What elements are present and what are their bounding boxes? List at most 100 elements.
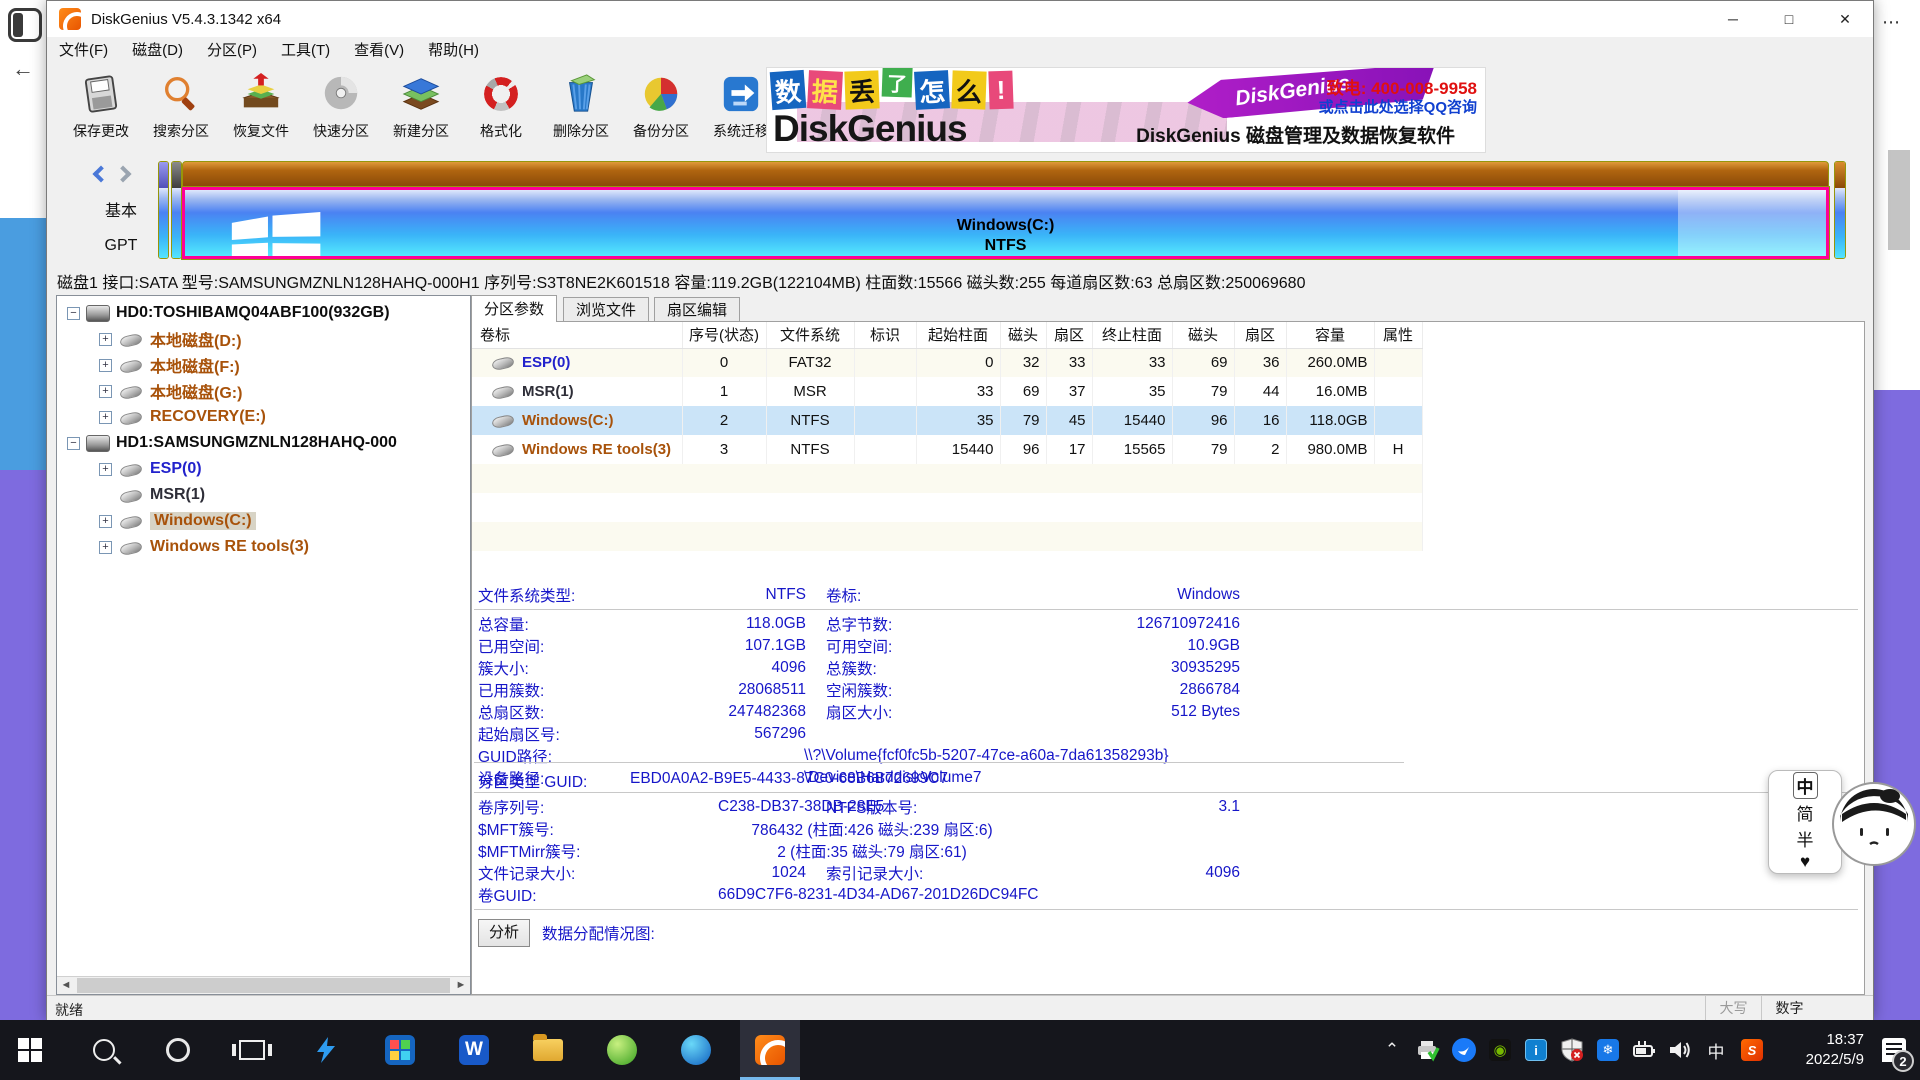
ime-halfwidth[interactable]: 半 [1797, 826, 1814, 851]
ime-mascot-avatar[interactable] [1832, 782, 1916, 866]
tab-sector-edit[interactable]: 扇区编辑 [654, 297, 740, 322]
tray-nvidia-icon[interactable]: ◉ [1482, 1020, 1518, 1080]
tray-snowflake-icon[interactable]: ❄ [1590, 1020, 1626, 1080]
back-arrow-icon: ← [12, 56, 34, 82]
taskbar-app-browser-green[interactable] [592, 1020, 652, 1080]
tray-volume-icon[interactable] [1662, 1020, 1698, 1080]
taskbar-file-explorer[interactable] [518, 1020, 578, 1080]
tree-item-hd1[interactable]: − HD1:SAMSUNGMZNLN128HAHQ-000 [57, 430, 470, 456]
task-view-button[interactable] [222, 1020, 282, 1080]
tray-ime-indicator[interactable]: 中 [1698, 1020, 1734, 1080]
delete-partition-button[interactable]: 删除分区 [541, 67, 621, 151]
partition-icon [119, 333, 143, 348]
partition-bar-esp[interactable] [158, 161, 169, 259]
status-caps: 大写 [1705, 996, 1761, 1021]
menu-tools[interactable]: 工具(T) [269, 39, 342, 63]
scroll-left-arrow-icon[interactable]: ◄ [57, 977, 75, 994]
expand-box-icon[interactable]: + [99, 541, 112, 554]
menu-partition[interactable]: 分区(P) [195, 39, 269, 63]
ime-mode-chinese[interactable]: 中 [1793, 772, 1818, 799]
partition-bar-windows-re[interactable] [1834, 161, 1846, 259]
expand-box-icon[interactable]: + [99, 463, 112, 476]
ime-toolbar[interactable]: 中 简 半 ♥ [1768, 770, 1842, 874]
analyze-button[interactable]: 分析 [478, 919, 530, 947]
taskbar-app-diskgenius-active[interactable] [740, 1020, 800, 1080]
scroll-right-arrow-icon[interactable]: ► [452, 977, 470, 994]
scrollbar-thumb[interactable] [77, 978, 450, 993]
tree-item-msr[interactable]: + MSR(1) [57, 482, 470, 508]
tree-horizontal-scrollbar[interactable]: ◄ ► [57, 976, 470, 994]
next-disk-arrow-icon[interactable] [115, 166, 132, 183]
detail-row: 文件记录大小:1024 索引记录大小:4096 [472, 862, 1864, 884]
table-row-windows-c-selected[interactable]: Windows(C:) 2NTFS 35 7945 1544096 16118.… [472, 406, 1422, 435]
partition-bar-msr[interactable] [171, 161, 182, 259]
ime-simplified[interactable]: 简 [1797, 800, 1814, 825]
taskbar-app-word[interactable]: W [444, 1020, 504, 1080]
spark-icon [312, 1036, 340, 1064]
expand-box-icon[interactable]: + [99, 411, 112, 424]
close-button[interactable]: ✕ [1817, 1, 1873, 37]
menu-help[interactable]: 帮助(H) [416, 39, 491, 63]
detail-row: 已用空间:107.1GB 可用空间:10.9GB [472, 635, 1864, 657]
task-view-icon [239, 1040, 265, 1060]
banner-logo-text: DiskGenius [773, 108, 967, 150]
menu-disk[interactable]: 磁盘(D) [120, 39, 195, 63]
minimize-button[interactable]: ─ [1705, 1, 1761, 37]
taskbar-clock[interactable]: 18:37 2022/5/9 [1776, 1030, 1864, 1070]
table-row-esp[interactable]: ESP(0) 0FAT32 0 3233 3369 36260.0MB [472, 348, 1422, 377]
new-partition-button[interactable]: 新建分区 [381, 67, 461, 151]
tab-partition-params[interactable]: 分区参数 [471, 295, 557, 322]
taskbar-app-store[interactable] [370, 1020, 430, 1080]
tree-item-hd0[interactable]: − HD0:TOSHIBAMQ04ABF100(932GB) [57, 300, 470, 326]
taskbar-search-button[interactable] [74, 1020, 134, 1080]
collapse-box-icon[interactable]: − [67, 437, 80, 450]
menu-file[interactable]: 文件(F) [47, 39, 120, 63]
heart-icon[interactable]: ♥ [1800, 852, 1810, 872]
start-button[interactable] [0, 1020, 60, 1080]
expand-box-icon[interactable]: + [99, 359, 112, 372]
taskbar-app-spark[interactable] [296, 1020, 356, 1080]
tree-item-local-g[interactable]: + 本地磁盘(G:) [57, 378, 470, 404]
tree-item-windows-re[interactable]: + Windows RE tools(3) [57, 534, 470, 560]
tray-expand-chevron-icon[interactable]: ⌃ [1374, 1020, 1410, 1080]
green-browser-icon [607, 1035, 637, 1065]
save-changes-button[interactable]: 保存更改 [61, 67, 141, 151]
expand-box-icon[interactable]: + [99, 385, 112, 398]
menu-view[interactable]: 查看(V) [342, 39, 416, 63]
tree-item-local-d[interactable]: + 本地磁盘(D:) [57, 326, 470, 352]
table-row-msr[interactable]: MSR(1) 1MSR 33 6937 3579 4416.0MB [472, 377, 1422, 406]
clock-date: 2022/5/9 [1776, 1050, 1864, 1070]
prev-disk-arrow-icon[interactable] [93, 166, 110, 183]
taskbar-app-edge[interactable] [666, 1020, 726, 1080]
banner-qq-link[interactable]: 或点击此处选择QQ咨询 [1319, 96, 1477, 117]
search-partition-button[interactable]: 搜索分区 [141, 67, 221, 151]
maximize-button[interactable]: □ [1761, 1, 1817, 37]
banner-ad[interactable]: 数 据 丢 了 怎 么 ! DiskGenius DiskGenius 致电: … [766, 67, 1486, 153]
tray-battery-icon[interactable] [1626, 1020, 1662, 1080]
divider [474, 792, 1858, 793]
tray-printer-icon[interactable] [1410, 1020, 1446, 1080]
partition-bar-windows-c[interactable]: Windows(C:) NTFS 118.0GB [182, 161, 1829, 259]
expand-box-icon[interactable]: + [99, 515, 112, 528]
expand-box-icon[interactable]: + [99, 333, 112, 346]
table-row-windows-re[interactable]: Windows RE tools(3) 3NTFS 15440 9617 155… [472, 435, 1422, 464]
tray-security-shield-icon[interactable] [1554, 1020, 1590, 1080]
detail-row: 起始扇区号:567296 [472, 723, 1864, 745]
tree-item-esp[interactable]: + ESP(0) [57, 456, 470, 482]
tray-dingtalk-icon[interactable] [1446, 1020, 1482, 1080]
action-center-button[interactable]: 2 [1874, 1020, 1914, 1080]
recover-files-button[interactable]: 恢复文件 [221, 67, 301, 151]
cortana-button[interactable] [148, 1020, 208, 1080]
tray-sogou-icon[interactable]: S [1734, 1020, 1770, 1080]
backup-partition-button[interactable]: 备份分区 [621, 67, 701, 151]
tree-item-recovery-e[interactable]: + RECOVERY(E:) [57, 404, 470, 430]
diskgenius-window: DiskGenius V5.4.3.1342 x64 ─ □ ✕ 文件(F) 磁… [46, 0, 1874, 1020]
wallpaper-purple-band [0, 470, 46, 1020]
tray-intel-graphics-icon[interactable]: i [1518, 1020, 1554, 1080]
tab-browse-files[interactable]: 浏览文件 [563, 297, 649, 322]
collapse-box-icon[interactable]: − [67, 307, 80, 320]
tree-item-windows-c[interactable]: + Windows(C:) [57, 508, 470, 534]
format-button[interactable]: 格式化 [461, 67, 541, 151]
tree-item-local-f[interactable]: + 本地磁盘(F:) [57, 352, 470, 378]
quick-partition-button[interactable]: 快速分区 [301, 67, 381, 151]
